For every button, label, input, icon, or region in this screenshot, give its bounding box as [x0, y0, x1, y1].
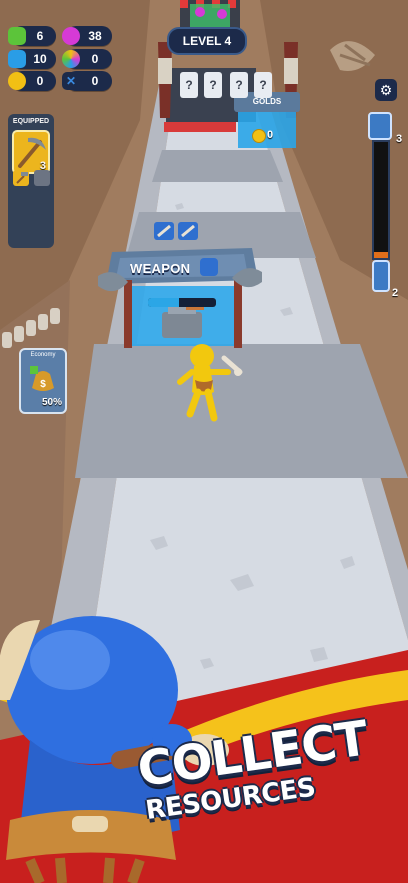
equipped-weapon-slot[interactable]: 3 [12, 130, 50, 174]
orb-value: 0 [91, 52, 99, 66]
equipped-panel: EQUIPPED 3 [8, 114, 54, 248]
opponents-ahead-count: 3 [396, 133, 403, 145]
crystal-counter: 10 [8, 49, 56, 69]
player-position-icon [372, 260, 390, 292]
settings-button[interactable]: ⚙ [375, 79, 397, 101]
equipped-label: EQUIPPED [12, 118, 50, 125]
mystery-card: ? [204, 72, 222, 98]
crystal-value: 10 [33, 52, 47, 66]
coin-counter: 0 [8, 71, 56, 91]
weapon-progress-bar [148, 298, 216, 307]
golds-count: 0 [267, 129, 274, 141]
finish-area [180, 0, 240, 30]
weapon-progress-fill [148, 298, 179, 307]
cash-value: 6 [36, 29, 44, 43]
empty-slot[interactable] [34, 170, 50, 186]
coin-icon [8, 72, 26, 90]
gem-counter: 38 [62, 26, 112, 46]
bone-value: 0 [91, 74, 99, 88]
orb-icon [62, 50, 80, 68]
weapon-sign: WEAPON [112, 249, 248, 285]
cash-counter: 6 [8, 26, 56, 46]
golds-label: GOLDS [252, 97, 282, 106]
money-bag-icon: $ [30, 366, 54, 391]
crystal-icon [8, 50, 26, 68]
bone-icon: ✕ [62, 72, 80, 90]
race-progress-fill [374, 252, 388, 258]
gem-value: 38 [88, 29, 102, 43]
coin-value: 0 [36, 74, 44, 88]
golds-sign: GOLDS [238, 93, 296, 111]
race-progress-bar [372, 140, 390, 260]
bone-club-icon [200, 258, 218, 276]
level-indicator: LEVEL 4 [167, 27, 247, 55]
opponents-ahead-icon [368, 112, 392, 140]
mystery-card: ? [180, 72, 198, 98]
svg-text:$: $ [40, 379, 46, 390]
bone-counter: ✕ 0 [62, 71, 112, 91]
economy-boost-card[interactable]: Economy $ 50% [19, 348, 67, 414]
coin-icon [252, 129, 266, 143]
hammer-icon [16, 172, 28, 184]
orb-counter: 0 [62, 49, 112, 69]
player-position-count: 2 [392, 287, 399, 299]
gem-icon [62, 27, 80, 45]
gear-icon: ⚙ [379, 81, 393, 98]
economy-percent: 50% [41, 397, 62, 408]
economy-label: Economy [30, 352, 56, 358]
weapon-label: WEAPON [130, 261, 191, 276]
hammer-slot[interactable] [13, 170, 29, 186]
cash-icon [8, 27, 26, 45]
